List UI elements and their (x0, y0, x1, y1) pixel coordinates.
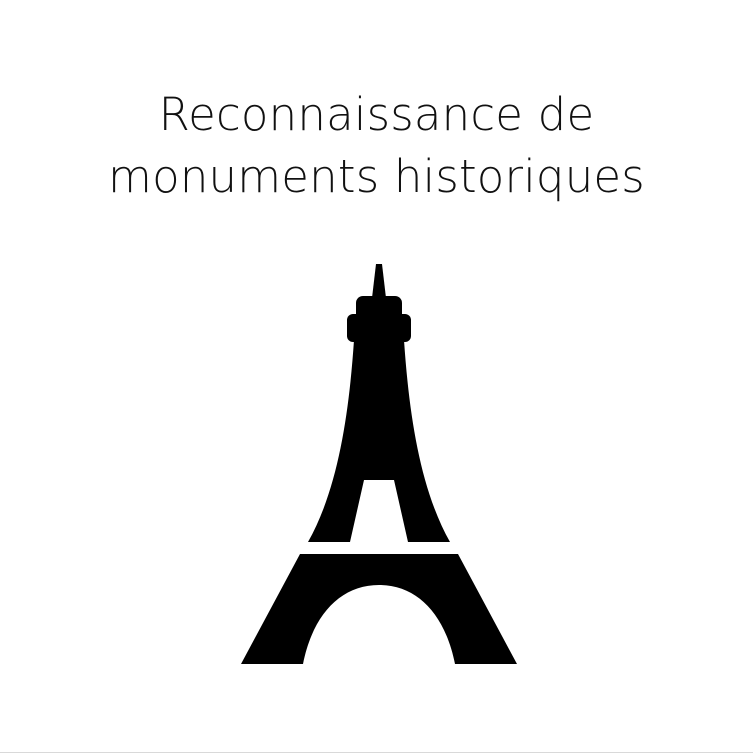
page-title: Reconnaissance de monuments historiques (0, 84, 753, 208)
title-line-1: Reconnaissance de (158, 88, 595, 141)
card: Reconnaissance de monuments historiques (0, 0, 753, 753)
eiffel-tower-icon (241, 264, 517, 664)
title-line-2: monuments historiques (108, 150, 645, 203)
